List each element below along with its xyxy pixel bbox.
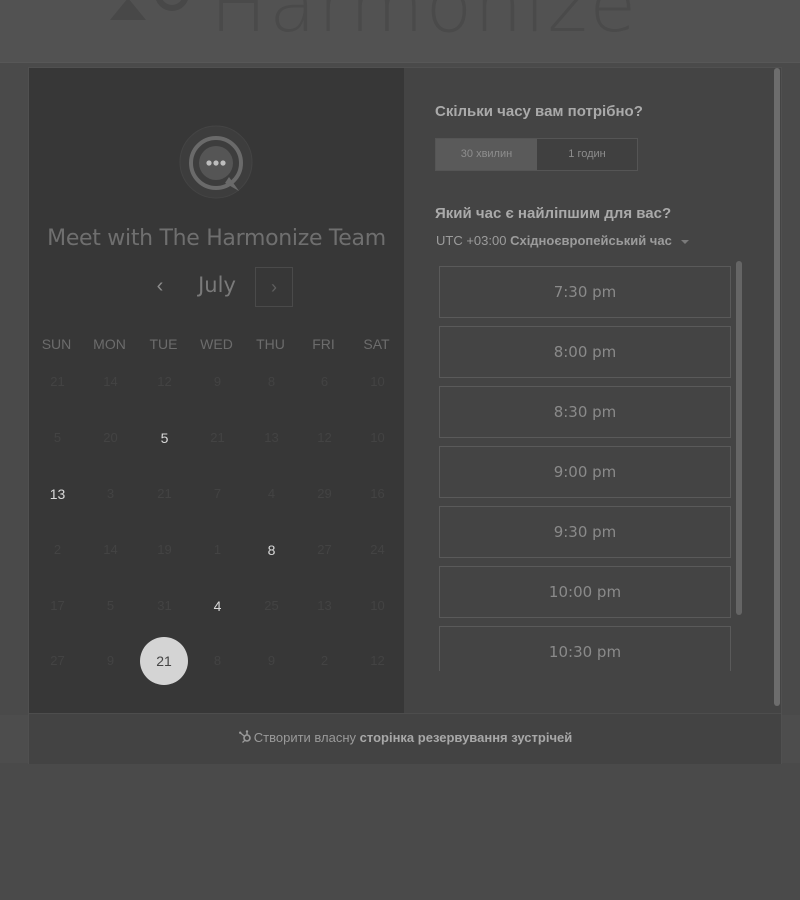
calendar-day: 14 (103, 542, 118, 557)
calendar-day: 29 (317, 486, 332, 501)
calendar-day: 12 (157, 374, 172, 389)
time-slot[interactable]: 7:30 pm (439, 266, 731, 318)
time-slots-scrollbar[interactable] (736, 261, 742, 615)
brand-logo-text: Harmonize (210, 0, 639, 49)
calendar-panel: Meet with The Harmonize Team ‹ July › SU… (29, 68, 404, 713)
calendar-day: 10 (370, 374, 385, 389)
harmonize-logo-icon (110, 0, 188, 20)
calendar-day: 13 (317, 598, 332, 613)
calendar-day: 20 (103, 430, 118, 445)
calendar-days: 21 14 12 9 8 6 10 5 20 5 21 13 12 10 13 3 21 7 4 29 16 2 14 19 1… (29, 68, 404, 713)
duration-question: Скільки часу вам потрібно? (435, 103, 643, 120)
calendar-day: 21 (50, 374, 65, 389)
calendar-day: 8 (213, 653, 222, 668)
calendar-day: 14 (103, 374, 118, 389)
footer-prefix: Створити власну (253, 730, 357, 745)
calendar-day: 9 (267, 653, 276, 668)
calendar-day: 31 (157, 598, 172, 613)
time-slot[interactable]: 10:00 pm (439, 566, 731, 618)
calendar-day: 9 (213, 374, 222, 389)
calendar-day: 9 (106, 653, 115, 668)
calendar-day[interactable]: 8 (245, 538, 298, 562)
booking-modal: Meet with The Harmonize Team ‹ July › SU… (28, 67, 782, 764)
time-question: Який час є найліпшим для вас? (435, 205, 672, 222)
time-slot[interactable]: 9:00 pm (439, 446, 731, 498)
calendar-day: 6 (320, 374, 329, 389)
footer-text: Створити власну сторінка резервування зу… (29, 730, 781, 745)
duration-30-button[interactable]: 30 хвилин (436, 139, 537, 170)
calendar-day: 5 (106, 598, 115, 613)
calendar-day: 21 (157, 486, 172, 501)
calendar-day: 21 (210, 430, 225, 445)
calendar-day: 8 (267, 374, 276, 389)
calendar-day[interactable]: 4 (191, 594, 244, 618)
calendar-day: 4 (267, 486, 276, 501)
calendar-day: 2 (53, 542, 62, 557)
timezone-name: Східноєвропейський час (510, 233, 672, 248)
calendar-day: 7 (213, 486, 222, 501)
calendar-day: 16 (370, 486, 385, 501)
modal-scrollbar[interactable] (774, 68, 780, 706)
calendar-day: 1 (213, 542, 222, 557)
chevron-down-icon (681, 239, 690, 244)
calendar-day: 12 (317, 430, 332, 445)
timezone-selector[interactable]: UTC +03:00 Східноєвропейський час (436, 233, 690, 248)
calendar-day-selected[interactable]: 21 (140, 637, 188, 685)
calendar-day: 10 (370, 598, 385, 613)
time-slot[interactable]: 9:30 pm (439, 506, 731, 558)
time-slot[interactable]: 8:00 pm (439, 326, 731, 378)
time-slot-list[interactable]: 7:30 pm 8:00 pm 8:30 pm 9:00 pm 9:30 pm … (439, 266, 731, 671)
calendar-day: 27 (317, 542, 332, 557)
timezone-offset: UTC +03:00 (436, 233, 507, 248)
calendar-day: 17 (50, 598, 65, 613)
calendar-day: 24 (370, 542, 385, 557)
calendar-day[interactable]: 13 (31, 482, 84, 506)
time-slot[interactable]: 8:30 pm (439, 386, 731, 438)
calendar-day: 3 (106, 486, 115, 501)
duration-toggle: 30 хвилин 1 годин (435, 138, 638, 171)
calendar-day: 19 (157, 542, 172, 557)
calendar-day: 13 (264, 430, 279, 445)
calendar-day: 12 (370, 653, 385, 668)
calendar-day: 27 (50, 653, 65, 668)
calendar-day: 25 (264, 598, 279, 613)
calendar-day[interactable]: 5 (138, 426, 191, 450)
calendar-day: 2 (320, 653, 329, 668)
hubspot-sprocket-icon (238, 730, 251, 743)
calendar-day: 5 (53, 430, 62, 445)
time-slot[interactable]: 10:30 pm (439, 626, 731, 671)
background-header: Harmonize (0, 0, 800, 63)
duration-60-button[interactable]: 1 годин (537, 139, 637, 170)
booking-page-link[interactable]: сторінка резервування зустрічей (360, 730, 573, 745)
calendar-day: 10 (370, 430, 385, 445)
footer: Створити власну сторінка резервування зу… (29, 713, 781, 764)
